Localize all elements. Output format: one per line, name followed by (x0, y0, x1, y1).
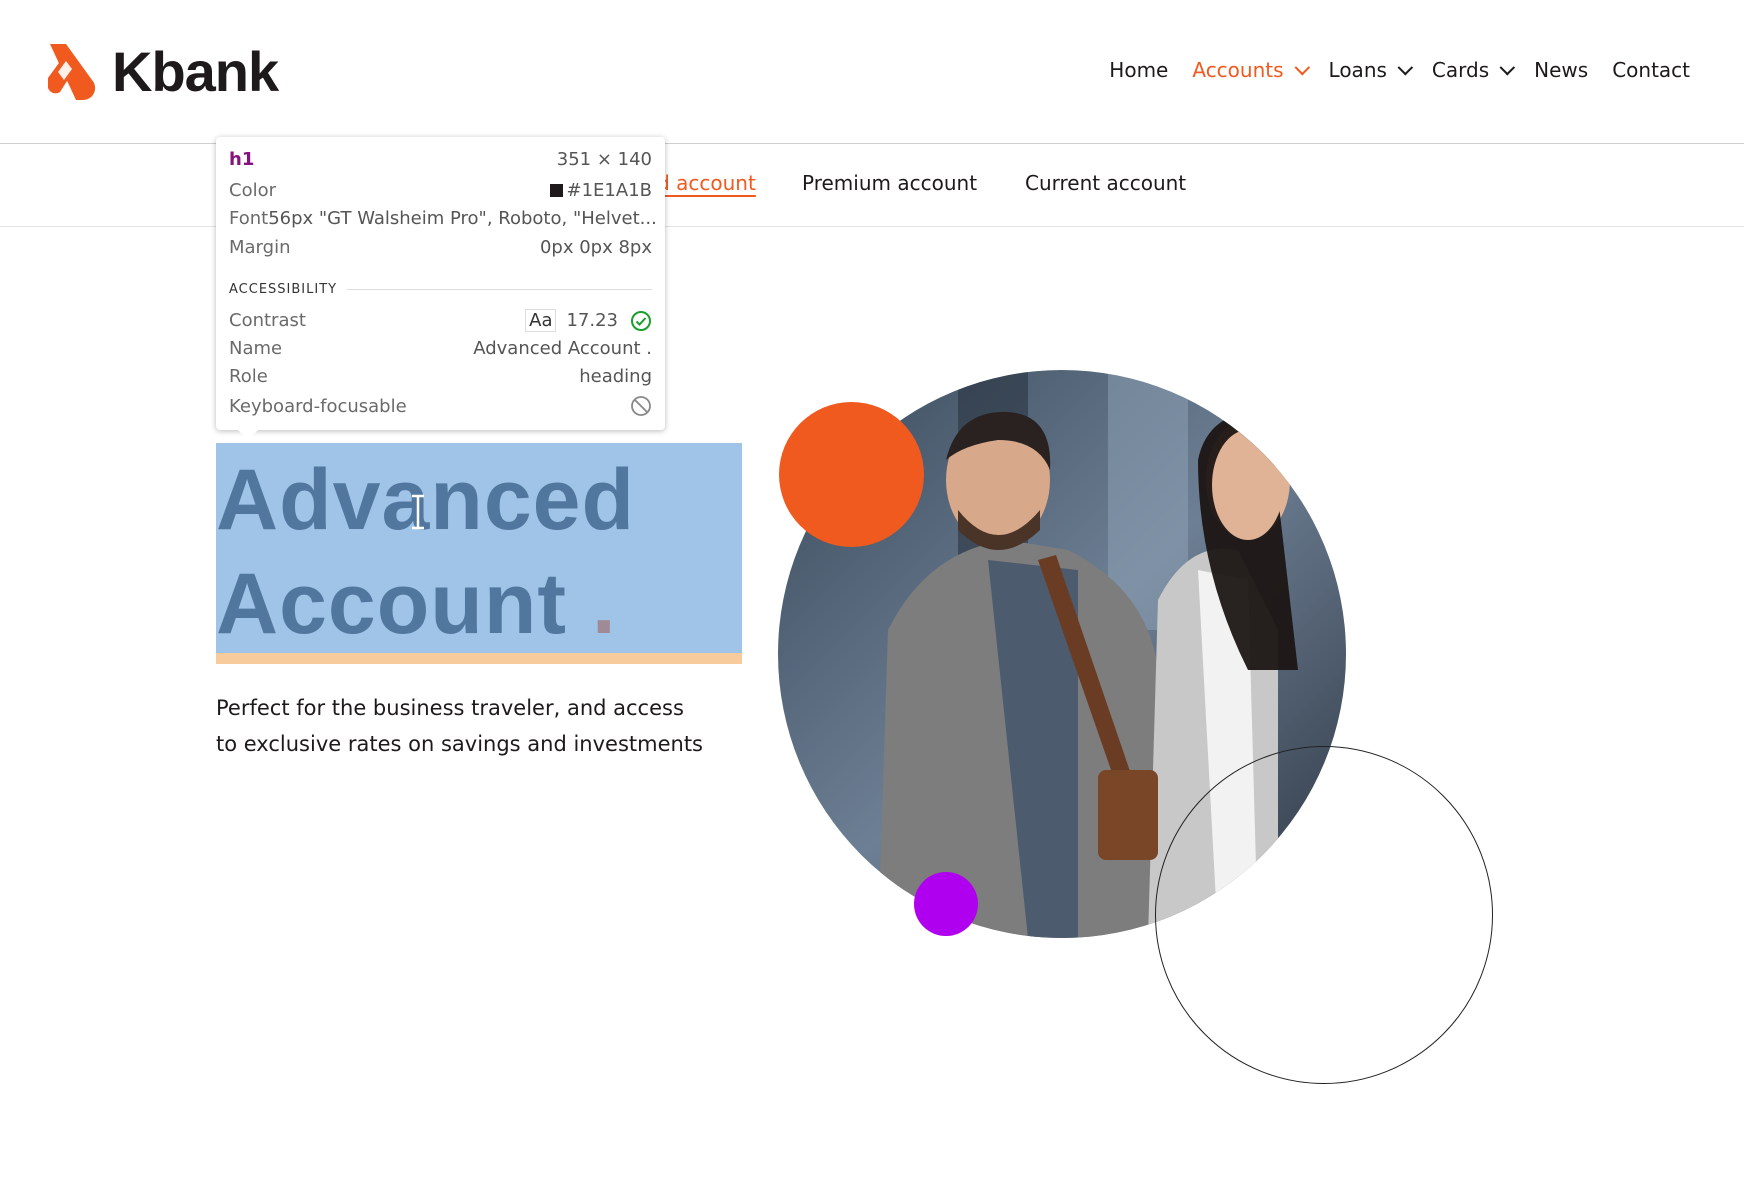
title-dot: . (591, 556, 617, 652)
margin-value: 0px 0px 8px (539, 237, 652, 258)
nav-label: Loans (1328, 58, 1387, 82)
accessibility-heading: ACCESSIBILITY (229, 282, 338, 297)
subnav-current-account[interactable]: Current account (1025, 171, 1186, 195)
nav-news[interactable]: News (1534, 58, 1588, 82)
decorative-outline-circle (1155, 746, 1493, 1084)
section-divider (347, 289, 652, 290)
color-value: #1E1A1B (566, 180, 652, 201)
kbank-logo-icon (48, 44, 96, 101)
role-value: heading (579, 366, 652, 387)
inspector-tooltip: h1 351 × 140 Color #1E1A1B Font 56px "GT Wa… (216, 137, 665, 440)
color-swatch (549, 184, 563, 197)
nav-label: News (1534, 58, 1589, 82)
nav-cards[interactable]: Cards (1431, 58, 1516, 82)
element-size: 351 × 140 (556, 149, 652, 170)
logo[interactable]: Kbank (44, 40, 279, 103)
contrast-sample: Aa (525, 309, 557, 332)
nav-loans[interactable]: Loans (1328, 58, 1414, 82)
nav-home[interactable]: Home (1109, 58, 1168, 82)
hero-description: Perfect for the business traveler, and a… (216, 690, 776, 762)
font-value: 56px "GT Walsheim Pro", Roboto, "Helvet.… (268, 208, 657, 229)
decorative-purple-circle (914, 872, 978, 936)
chevron-down-icon (1499, 59, 1516, 75)
description-line: Perfect for the business traveler, and a… (216, 696, 684, 720)
focusable-label: Keyboard-focusable (229, 395, 407, 417)
main-nav: Home Accounts Loans Cards News Contact (1109, 58, 1690, 82)
not-allowed-icon (631, 396, 651, 416)
nav-label: Cards (1431, 58, 1490, 82)
nav-contact[interactable]: Contact (1612, 58, 1690, 82)
nav-label: Contact (1612, 58, 1690, 82)
role-label: Role (229, 366, 268, 387)
title-line-2: Account (216, 556, 567, 652)
contrast-value: 17.23 (566, 310, 618, 331)
nav-label: Home (1109, 58, 1169, 82)
subnav-premium-account[interactable]: Premium account (802, 171, 977, 195)
check-circle-icon (631, 310, 651, 331)
color-label: Color (229, 180, 276, 201)
text-cursor-icon (412, 494, 424, 530)
page-title: Advanced Account . (216, 448, 635, 656)
chevron-down-icon (1294, 59, 1310, 75)
name-value: Advanced Account . (473, 338, 652, 359)
element-tag: h1 (229, 149, 255, 170)
font-label: Font (229, 208, 269, 229)
decorative-orange-circle (779, 402, 924, 547)
margin-label: Margin (229, 237, 291, 258)
contrast-label: Contrast (229, 310, 306, 331)
nav-label: Accounts (1192, 58, 1284, 82)
brand-name: Kbank (112, 40, 279, 103)
chevron-down-icon (1397, 59, 1414, 75)
nav-accounts[interactable]: Accounts (1192, 58, 1310, 82)
description-line: to exclusive rates on savings and invest… (216, 732, 703, 756)
name-label: Name (229, 338, 283, 359)
